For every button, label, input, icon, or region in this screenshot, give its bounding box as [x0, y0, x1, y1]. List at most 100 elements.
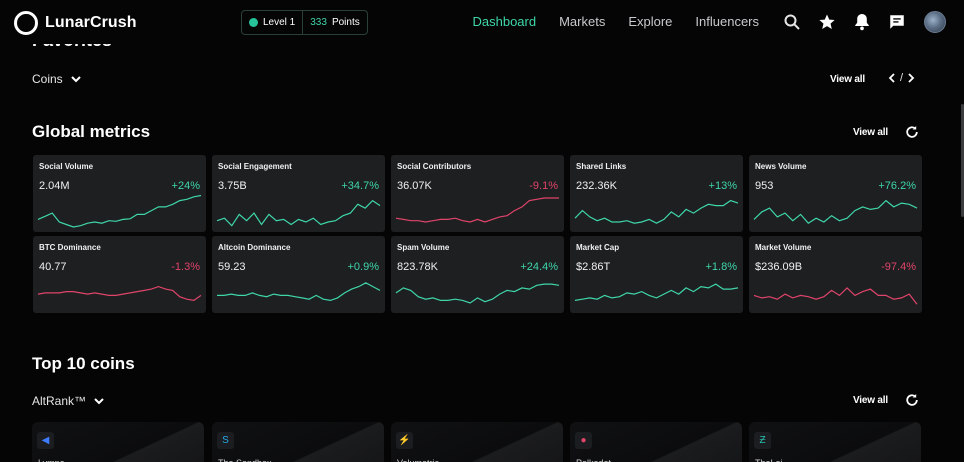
metric-card-change: +0.9% — [347, 261, 380, 273]
metric-card[interactable]: Social Engagement 3.75B +34.7% — [212, 155, 385, 232]
level-points-pill[interactable]: Level 1 333 Points — [241, 10, 368, 35]
chevron-down-icon — [70, 75, 81, 82]
level-label: Level 1 — [263, 17, 296, 28]
metric-card[interactable]: Market Cap $2.86T +1.8% — [570, 236, 743, 313]
top-coins-filter-label: AltRank™ — [32, 394, 87, 408]
metric-card-title: Shared Links — [576, 162, 627, 171]
metric-card-value: 823.78K — [397, 261, 438, 273]
nav-links: Dashboard Markets Explore Influencers — [472, 14, 759, 29]
sparkline-path — [753, 287, 918, 305]
metric-card[interactable]: Social Volume 2.04M +24% — [33, 155, 206, 232]
points-value: 333 — [310, 17, 327, 28]
sparkline-path — [216, 199, 381, 227]
coin-card[interactable]: ◀ Lympo — [32, 422, 204, 462]
metric-card-change: +24.4% — [520, 261, 558, 273]
coin-name: Lympo — [38, 458, 65, 462]
global-metrics-view-all-link[interactable]: View all — [853, 127, 888, 138]
favorites-view-all-link[interactable]: View all — [830, 74, 865, 85]
coin-card[interactable]: ⚡ Volumetric — [391, 422, 563, 462]
metric-card-title: Altcoin Dominance — [218, 243, 291, 252]
chat-icon[interactable] — [888, 13, 906, 31]
sparkline-path — [574, 283, 739, 301]
theloi-icon: Ƶ — [754, 432, 771, 449]
metric-card-value: 40.77 — [39, 261, 67, 273]
coin-name: TheLoi — [755, 458, 783, 462]
coin-name: The Sandbox — [218, 458, 272, 462]
metric-sparkline — [217, 282, 381, 302]
points-label: Points — [331, 17, 360, 28]
sparkline-path — [37, 194, 202, 228]
metric-card-change: -1.3% — [171, 261, 200, 273]
coin-card[interactable]: ● Polkadot — [570, 422, 742, 462]
avatar[interactable] — [924, 11, 946, 33]
lunarcrush-logo-icon — [14, 11, 38, 35]
metric-card-value: 2.04M — [39, 180, 70, 192]
metric-card-value: 36.07K — [397, 180, 432, 192]
brand-logo[interactable]: LunarCrush — [14, 11, 137, 35]
nav-link-markets[interactable]: Markets — [559, 14, 605, 29]
refresh-icon[interactable] — [905, 125, 919, 139]
chevron-left-icon[interactable] — [888, 73, 895, 83]
metric-card-value: $2.86T — [576, 261, 611, 273]
metric-sparkline — [37, 285, 202, 302]
search-icon[interactable] — [784, 14, 800, 30]
metric-card-value: 953 — [755, 180, 774, 192]
star-icon[interactable] — [818, 13, 836, 31]
metric-card-change: -97.4% — [881, 261, 916, 273]
metric-card-change: +24% — [171, 180, 200, 192]
bell-icon[interactable] — [854, 13, 870, 31]
metric-sparkline — [753, 199, 918, 224]
metric-sparkline — [37, 194, 202, 228]
favorites-filter-dropdown[interactable]: Coins — [32, 72, 81, 86]
lympo-icon: ◀ — [37, 432, 54, 449]
sparkline-path — [217, 282, 381, 302]
points-segment: 333 Points — [302, 11, 366, 34]
nav-link-explore[interactable]: Explore — [628, 14, 672, 29]
metric-card[interactable]: Altcoin Dominance 59.23 +0.9% — [212, 236, 385, 313]
metric-card[interactable]: Shared Links 232.36K +13% — [570, 155, 743, 232]
metric-sparkline — [216, 199, 381, 227]
metric-card-change: +34.7% — [341, 180, 379, 192]
metric-card[interactable]: News Volume 953 +76.2% — [749, 155, 922, 232]
top-coins-view-all-link[interactable]: View all — [853, 395, 888, 406]
metric-card-value: $236.09B — [755, 261, 803, 273]
favorites-pager: / — [888, 72, 915, 84]
nav-link-dashboard[interactable]: Dashboard — [472, 14, 536, 29]
sparkline-path — [395, 283, 560, 304]
metric-card-change: +1.8% — [705, 261, 738, 273]
metric-card[interactable]: BTC Dominance 40.77 -1.3% — [33, 236, 206, 313]
metric-card-value: 3.75B — [218, 180, 247, 192]
polkadot-icon: ● — [575, 432, 592, 449]
top-coins-filter-dropdown[interactable]: AltRank™ — [32, 394, 104, 408]
coin-card[interactable]: S The Sandbox — [212, 422, 384, 462]
metric-card-title: Social Volume — [39, 162, 94, 171]
level-gem-icon — [249, 18, 258, 27]
metric-sparkline — [395, 197, 559, 223]
metric-card[interactable]: Market Volume $236.09B -97.4% — [749, 236, 922, 313]
sparkline-path — [395, 197, 559, 223]
sparkline-path — [574, 199, 739, 224]
global-metrics-title: Global metrics — [32, 122, 151, 141]
metric-card-title: News Volume — [755, 162, 807, 171]
refresh-icon[interactable] — [905, 393, 919, 407]
metric-card-value: 59.23 — [218, 261, 246, 273]
coin-name: Volumetric — [397, 458, 439, 462]
volumetric-icon: ⚡ — [396, 432, 413, 449]
metric-card-change: -9.1% — [529, 180, 558, 192]
level-segment: Level 1 — [242, 11, 302, 34]
coin-name: Polkadot — [576, 458, 611, 462]
metric-card-change: +13% — [708, 180, 737, 192]
coin-card[interactable]: Ƶ TheLoi — [749, 422, 921, 462]
metric-sparkline — [395, 283, 560, 304]
metric-card-title: Spam Volume — [397, 243, 450, 252]
metric-sparkline — [753, 287, 918, 305]
chevron-right-icon[interactable] — [908, 73, 915, 83]
metric-card-change: +76.2% — [878, 180, 916, 192]
metric-card-value: 232.36K — [576, 180, 617, 192]
metric-card[interactable]: Spam Volume 823.78K +24.4% — [391, 236, 564, 313]
chevron-down-icon — [94, 397, 104, 404]
pager-separator: / — [900, 72, 904, 84]
nav-link-influencers[interactable]: Influencers — [695, 14, 759, 29]
metric-card-title: Social Engagement — [218, 162, 292, 171]
metric-card[interactable]: Social Contributors 36.07K -9.1% — [391, 155, 564, 232]
